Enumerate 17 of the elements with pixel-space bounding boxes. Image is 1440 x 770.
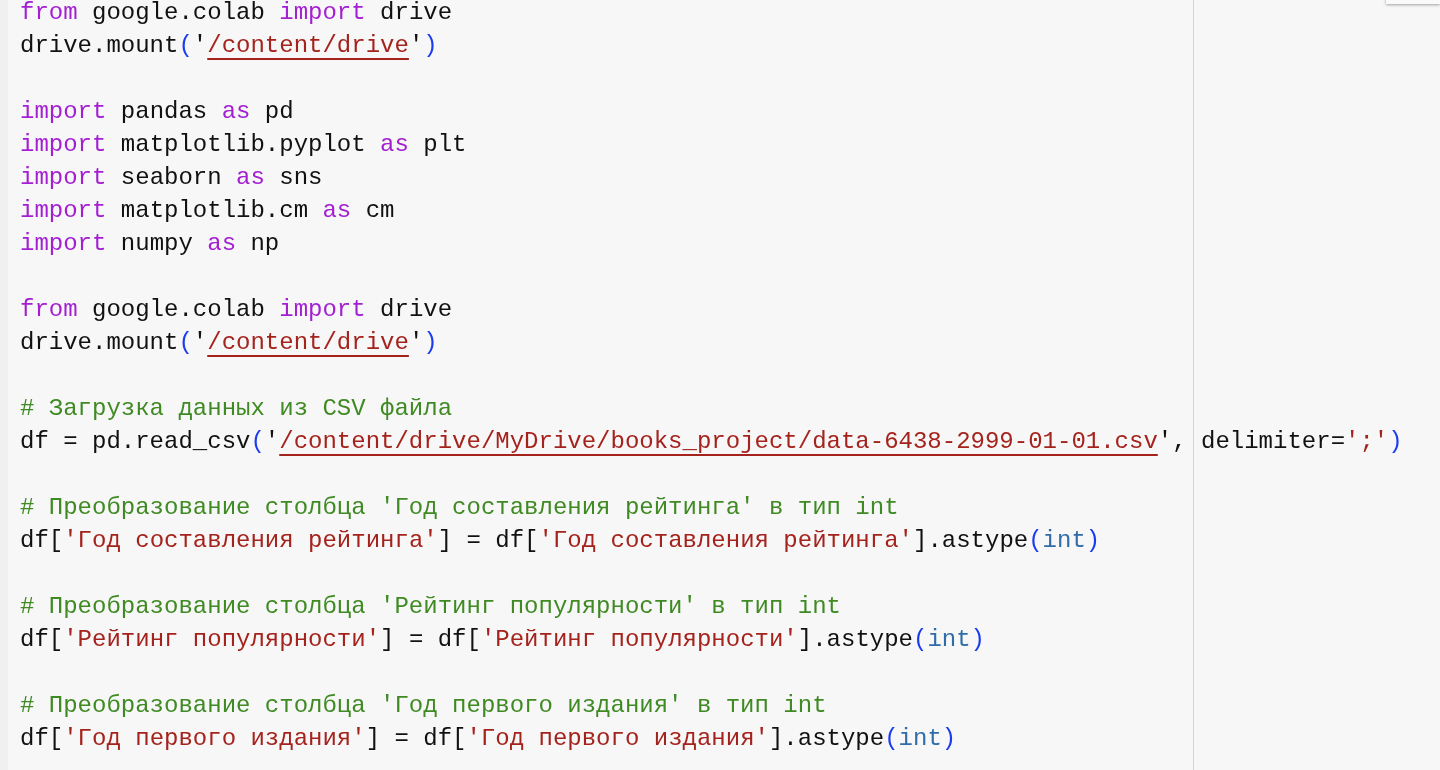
- code-line: # Преобразование столбца 'Год первого издания' в тип int: [20, 691, 827, 721]
- code-line: from google.colab import drive: [20, 0, 453, 28]
- code-line: import matplotlib.pyplot as plt: [20, 130, 467, 160]
- code-line: df['Год первого издания'] = df['Год первого издания'].astype(int): [20, 724, 957, 754]
- code-line: # Преобразование столбца 'Рейтинг популярности' в тип int: [20, 592, 841, 622]
- code-line: from google.colab import drive: [20, 295, 453, 325]
- code-line: drive.mount('/content/drive'): [20, 328, 438, 358]
- code-line: drive.mount('/content/drive'): [20, 31, 438, 61]
- code-line: df['Год составления рейтинга'] = df['Год составления рейтинга'].astype(int): [20, 526, 1101, 556]
- code-line: import seaborn as sns: [20, 163, 323, 193]
- code-line: # Преобразование столбца 'Год составления рейтинга' в тип int: [20, 493, 899, 523]
- code-line: import matplotlib.cm as cm: [20, 196, 395, 226]
- code-line: import numpy as np: [20, 229, 280, 259]
- code-line: # Загрузка данных из CSV файла: [20, 394, 453, 424]
- code-line: df['Рейтинг популярности'] = df['Рейтинг популярности'].astype(int): [20, 625, 985, 655]
- code-line: df = pd.read_csv('/content/drive/MyDrive/books_project/data-6438-2999-01-01.csv', delimiter=';'): [20, 427, 1403, 457]
- code-line: import pandas as pd: [20, 97, 294, 127]
